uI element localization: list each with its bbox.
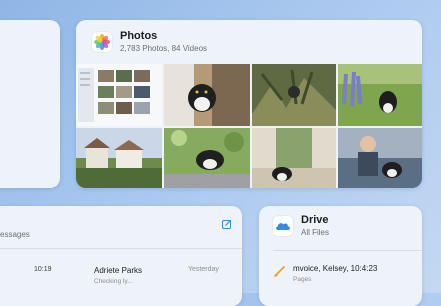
photo-thumbnail-cat-garden[interactable]: [164, 128, 250, 188]
icloud-drive-icon: [273, 216, 293, 236]
file-app: Pages: [293, 276, 312, 283]
photo-thumbnail-houses[interactable]: [76, 128, 162, 188]
photo-thumbnail-cat-window[interactable]: [252, 128, 336, 188]
drive-widget[interactable]: Drive All Files mvoice, Kelsey, 10:4:23 …: [259, 206, 422, 306]
divider: [273, 250, 422, 251]
photo-thumbnail-plant[interactable]: [252, 64, 336, 126]
photo-grid: [76, 64, 422, 188]
photos-subtitle: 2,783 Photos, 84 Videos: [120, 44, 208, 53]
drive-header: Drive All Files: [273, 214, 413, 240]
message-date: Yesterday: [188, 266, 219, 273]
photos-title: Photos: [120, 30, 158, 42]
recent-file-row[interactable]: mvoice, Kelsey, 10:4:23 Pages: [273, 262, 422, 292]
drive-title: Drive: [301, 214, 329, 226]
messages-header: essages: [0, 230, 30, 239]
message-sender: Adriete Parks: [94, 266, 143, 275]
messages-widget[interactable]: essages 10:19 Adriete Parks Checking ly.…: [0, 206, 242, 306]
message-preview: Checking ly...: [94, 278, 133, 285]
message-row[interactable]: 10:19 Adriete Parks Checking ly... Yeste…: [0, 258, 242, 298]
photos-pinwheel-icon: [92, 32, 112, 52]
drive-subtitle: All Files: [301, 228, 330, 237]
photos-widget[interactable]: Photos 2,783 Photos, 84 Videos: [76, 20, 422, 188]
photo-thumbnail-person-cat[interactable]: [338, 128, 422, 188]
pages-icon: [273, 264, 287, 278]
message-time: 10:19: [34, 266, 52, 273]
photo-thumbnail-cat-flowers[interactable]: [338, 64, 422, 126]
left-widget-card[interactable]: [0, 20, 60, 188]
photo-thumbnail-cat-indoor[interactable]: [164, 64, 250, 126]
divider: [0, 248, 242, 249]
file-name: mvoice, Kelsey, 10:4:23: [293, 264, 378, 273]
compose-icon[interactable]: [222, 216, 232, 229]
photo-thumbnail-screenshot[interactable]: [76, 64, 162, 126]
